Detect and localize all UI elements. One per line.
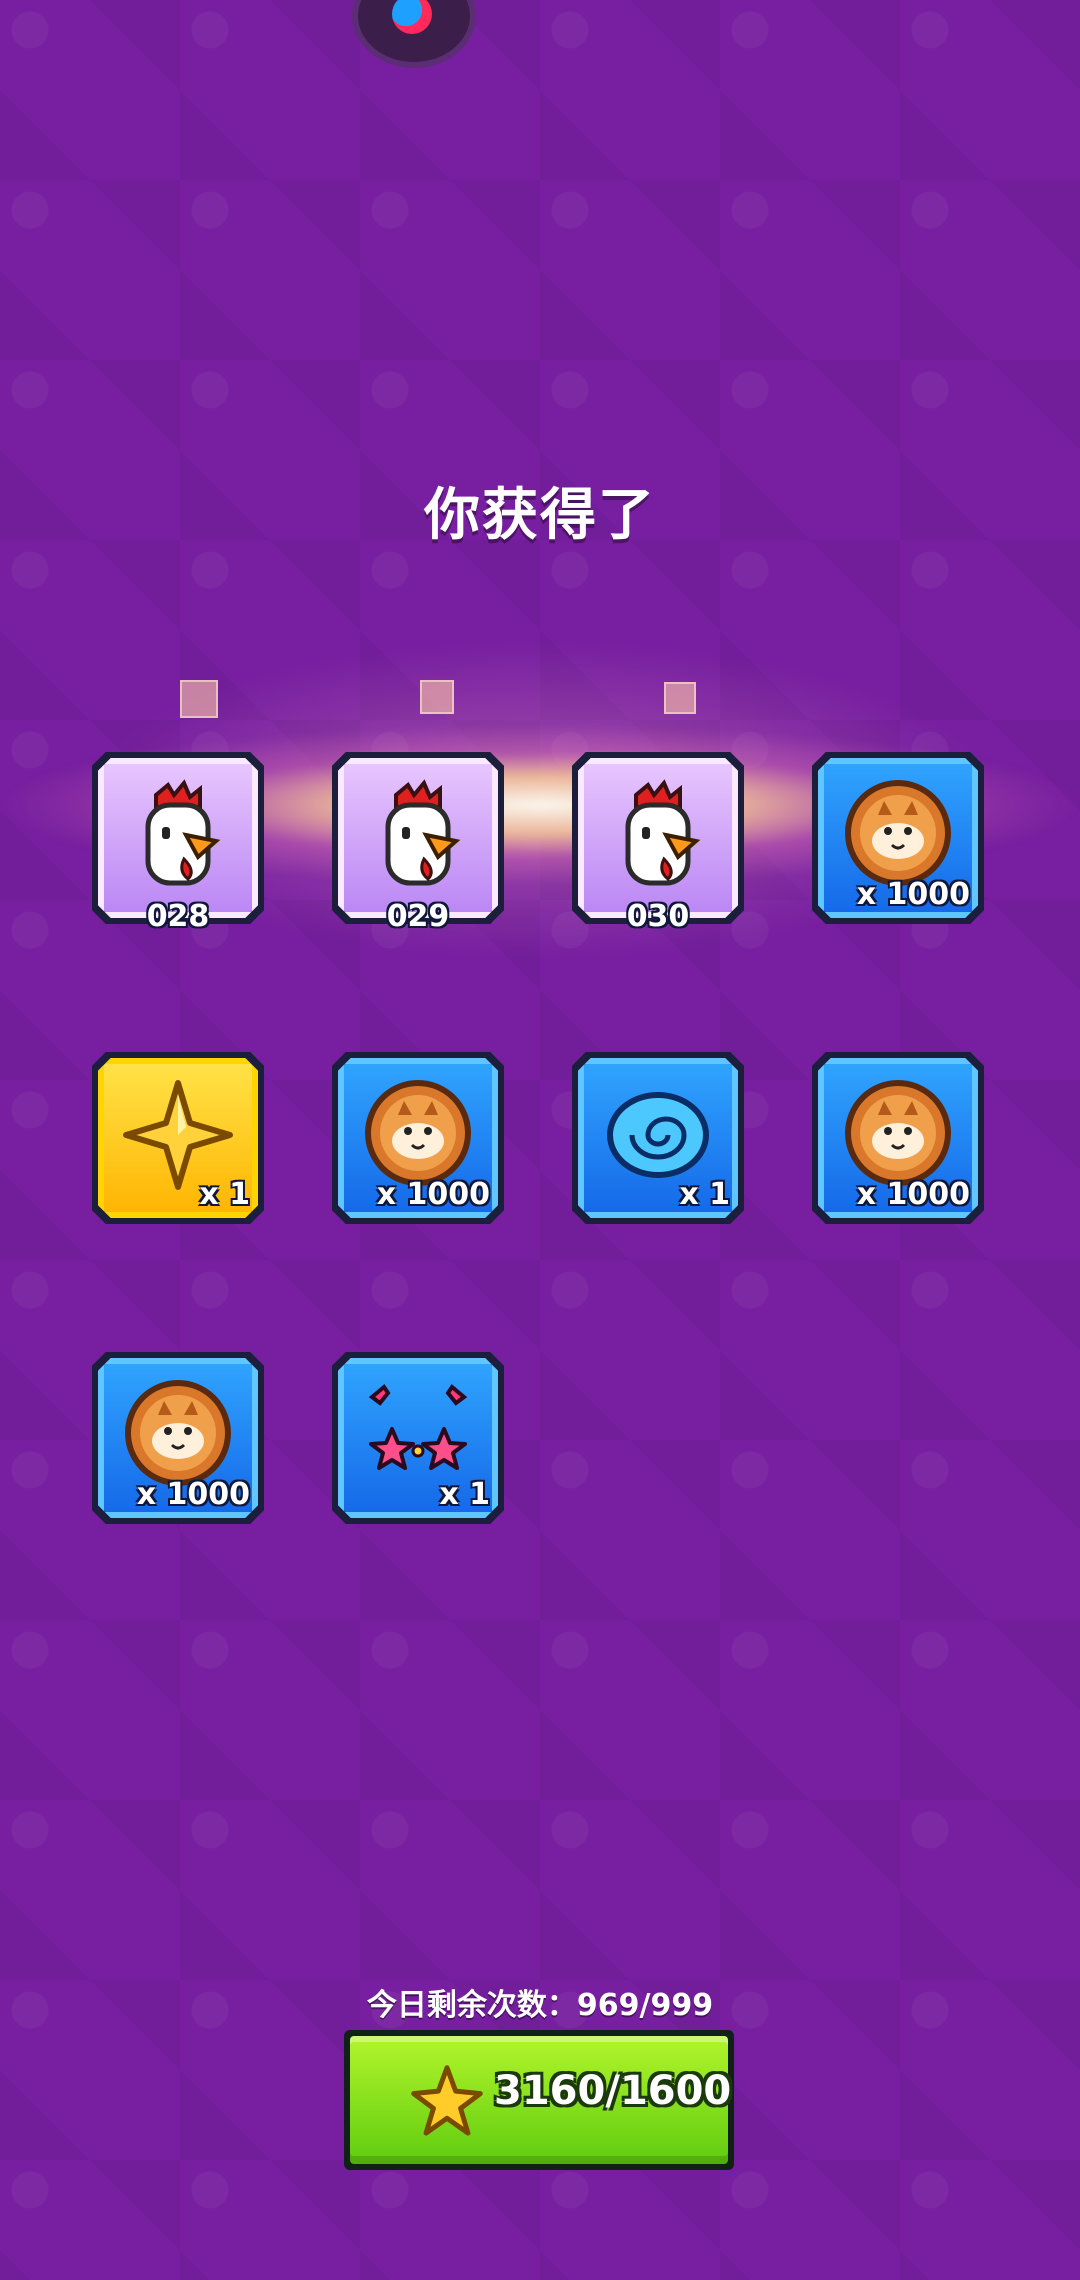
chicken-icon (385, 778, 461, 886)
reward-item-star[interactable]: x 1 (92, 1052, 264, 1224)
reward-item-coin[interactable]: x 1000 (332, 1052, 504, 1224)
reward-quantity: x 1 (679, 1177, 730, 1212)
sparkle (180, 680, 218, 718)
reward-quantity: x 1000 (856, 1177, 970, 1212)
reward-item-chicken[interactable]: 028 (92, 752, 264, 934)
reward-item-chicken[interactable]: 030 (572, 752, 744, 934)
draw-again-button[interactable]: 3160/1600 (344, 2030, 734, 2170)
reward-quantity: x 1 (199, 1177, 250, 1212)
reward-quantity: x 1 (439, 1477, 490, 1512)
remaining-draws-label: 今日剩余次数：969/999 (366, 1988, 714, 2023)
reward-item-chicken[interactable]: 029 (332, 752, 504, 934)
reward-number: 030 (626, 899, 690, 934)
reward-quantity: x 1000 (856, 877, 970, 912)
reward-item-coin[interactable]: x 1000 (812, 752, 984, 924)
chicken-icon (625, 778, 701, 886)
reward-number: 029 (386, 899, 450, 934)
sparkle (664, 682, 696, 714)
reward-item-shell[interactable]: x 1 (572, 1052, 744, 1224)
reward-item-coin[interactable]: x 1000 (812, 1052, 984, 1224)
sparkle (420, 680, 454, 714)
reward-item-coin[interactable]: x 1000 (92, 1352, 264, 1524)
gold-star-icon (411, 2065, 483, 2136)
chicken-icon (145, 778, 221, 886)
reward-quantity: x 1000 (136, 1477, 250, 1512)
draw-cost-label: 3160/1600 (494, 2068, 732, 2114)
reward-item-sunglasses[interactable]: x 1 (332, 1352, 504, 1524)
reward-quantity: x 1000 (376, 1177, 490, 1212)
reward-title: 你获得了 (424, 483, 656, 548)
reward-number: 028 (146, 899, 210, 934)
